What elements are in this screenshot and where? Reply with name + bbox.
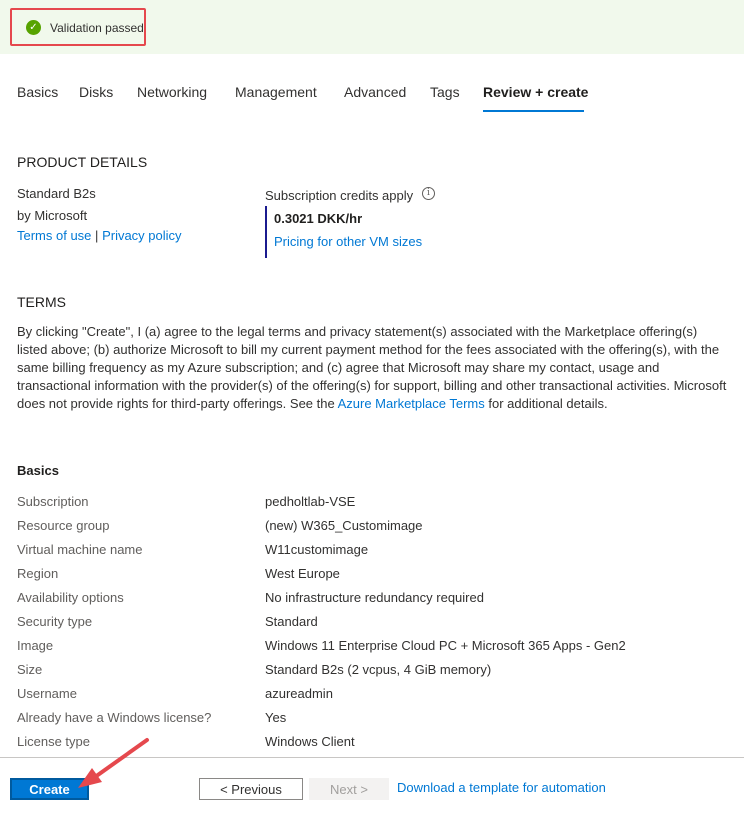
- product-links: Terms of use | Privacy policy: [17, 228, 182, 243]
- create-button[interactable]: Create: [10, 778, 89, 800]
- summary-value-region: West Europe: [265, 566, 340, 581]
- footer-divider: [0, 757, 744, 758]
- product-name: Standard B2s: [17, 186, 96, 201]
- terms-text-after: for additional details.: [484, 396, 608, 411]
- tab-disks[interactable]: Disks: [79, 84, 113, 100]
- product-publisher: by Microsoft: [17, 208, 88, 223]
- summary-label-vm-name: Virtual machine name: [17, 542, 143, 557]
- summary-label-region: Region: [17, 566, 59, 581]
- product-details-heading: PRODUCT DETAILS: [17, 154, 148, 170]
- tab-management[interactable]: Management: [235, 84, 317, 100]
- tab-review-create[interactable]: Review + create: [483, 84, 588, 100]
- summary-value-username: azureadmin: [265, 686, 333, 701]
- price-value: 0.3021 DKK/hr: [274, 211, 363, 226]
- terms-heading: TERMS: [17, 294, 66, 310]
- tab-networking[interactable]: Networking: [137, 84, 207, 100]
- price-accent-bar: [265, 206, 267, 258]
- info-icon[interactable]: i: [422, 187, 435, 200]
- link-separator: |: [95, 228, 99, 243]
- summary-label-security-type: Security type: [17, 614, 93, 629]
- next-button[interactable]: Next >: [309, 778, 389, 800]
- validation-text: Validation passed: [50, 21, 144, 35]
- summary-value-license-type: Windows Client: [265, 734, 355, 749]
- checkmark-circle-icon: ✓: [26, 20, 41, 35]
- summary-label-size: Size: [17, 662, 43, 677]
- tab-advanced[interactable]: Advanced: [344, 84, 406, 100]
- summary-label-username: Username: [17, 686, 77, 701]
- tab-basics[interactable]: Basics: [17, 84, 58, 100]
- summary-value-size: Standard B2s (2 vcpus, 4 GiB memory): [265, 662, 492, 677]
- summary-value-image: Windows 11 Enterprise Cloud PC + Microso…: [265, 638, 626, 653]
- summary-label-resource-group: Resource group: [17, 518, 110, 533]
- previous-button[interactable]: < Previous: [199, 778, 303, 800]
- download-template-link[interactable]: Download a template for automation: [397, 780, 606, 795]
- terms-text: By clicking "Create", I (a) agree to the…: [17, 323, 727, 413]
- terms-of-use-link[interactable]: Terms of use: [17, 228, 91, 243]
- summary-value-subscription: pedholtlab-VSE: [265, 494, 356, 509]
- summary-label-image: Image: [17, 638, 54, 653]
- subscription-credits-label: Subscription credits apply: [265, 188, 414, 203]
- pricing-other-sizes-link[interactable]: Pricing for other VM sizes: [274, 234, 422, 249]
- summary-label-license-type: License type: [17, 734, 90, 749]
- basics-heading: Basics: [17, 463, 59, 478]
- arrow-shaft: [93, 738, 149, 779]
- privacy-policy-link[interactable]: Privacy policy: [102, 228, 181, 243]
- summary-label-subscription: Subscription: [17, 494, 89, 509]
- summary-value-vm-name: W11customimage: [265, 542, 369, 557]
- summary-value-security-type: Standard: [265, 614, 318, 629]
- summary-value-resource-group: (new) W365_Customimage: [265, 518, 423, 533]
- validation-status: ✓ Validation passed: [10, 8, 146, 46]
- summary-value-windows-license: Yes: [265, 710, 287, 725]
- summary-value-availability: No infrastructure redundancy required: [265, 590, 484, 605]
- summary-label-availability: Availability options: [17, 590, 124, 605]
- active-tab-indicator: [483, 110, 584, 112]
- marketplace-terms-link[interactable]: Azure Marketplace Terms: [338, 396, 485, 411]
- summary-label-windows-license: Already have a Windows license?: [17, 710, 212, 725]
- tab-tags[interactable]: Tags: [430, 84, 460, 100]
